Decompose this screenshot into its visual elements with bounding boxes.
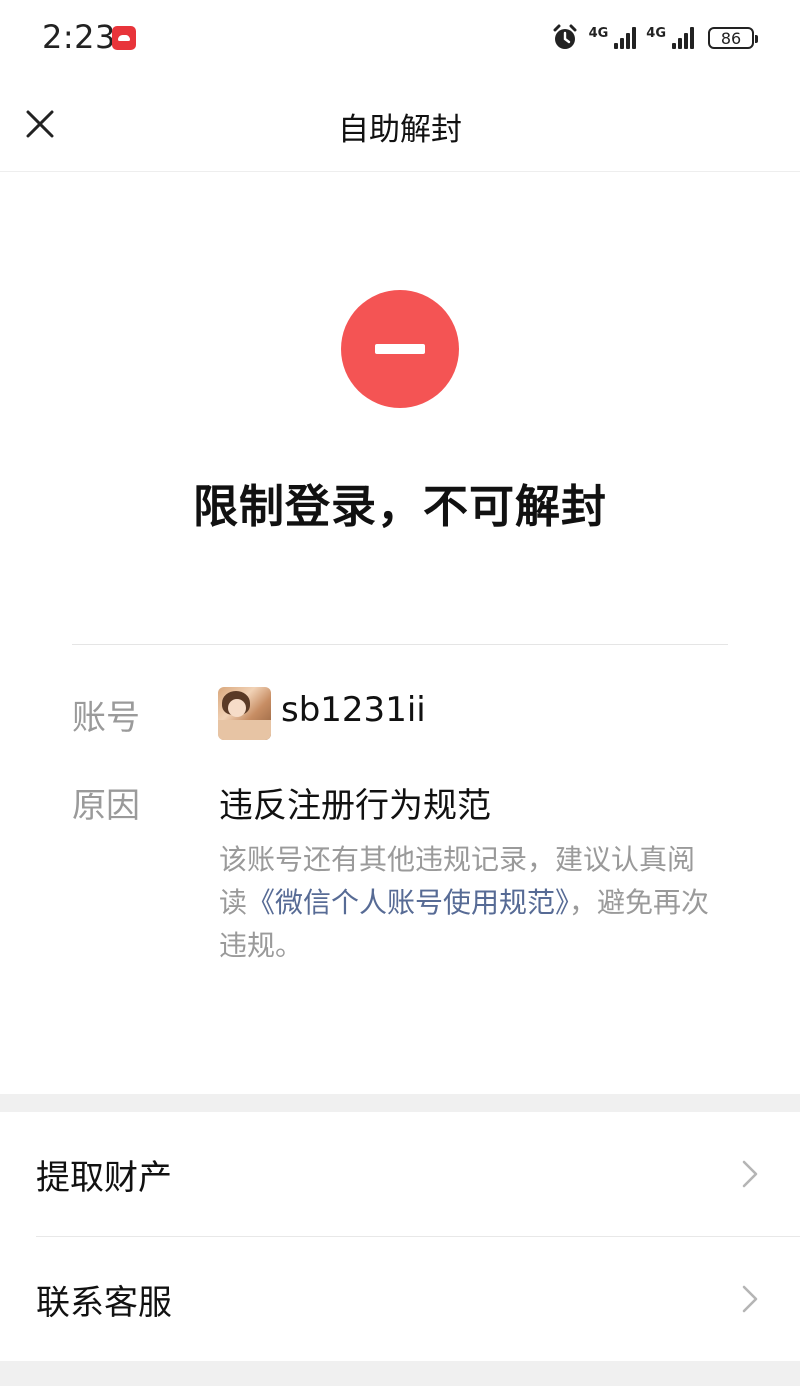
divider	[72, 644, 728, 645]
battery-icon: 86	[708, 27, 758, 49]
account-name: sb1231ii	[281, 690, 426, 730]
status-icons: 4G 4G 86	[551, 22, 758, 54]
chevron-right-icon	[740, 1158, 760, 1190]
battery-level: 86	[720, 28, 742, 48]
bottom-area	[0, 1361, 800, 1386]
section-gap	[0, 1094, 800, 1112]
result-headline: 限制登录，不可解封	[192, 480, 607, 533]
page-title: 自助解封	[338, 112, 462, 148]
nav-bar: 自助解封	[0, 78, 800, 172]
avatar	[218, 687, 271, 740]
signal-icon: 4G	[589, 27, 637, 49]
menu-item-label: 联系客服	[36, 1283, 172, 1323]
network-type-1: 4G	[588, 26, 609, 41]
minus-circle-icon	[341, 290, 459, 408]
reason-description: 该账号还有其他违规记录，建议认真阅读《微信个人账号使用规范》，避免再次违规。	[219, 838, 719, 967]
status-bar: 2:23 4G 4G 86	[0, 0, 800, 78]
huawei-app-icon	[112, 26, 136, 50]
network-type-2: 4G	[646, 26, 666, 41]
menu-item-label: 提取财产	[36, 1158, 172, 1198]
menu-item-contact-support[interactable]: 联系客服	[0, 1237, 800, 1361]
chevron-right-icon	[740, 1283, 760, 1315]
reason-title: 违反注册行为规范	[219, 786, 491, 826]
status-time: 2:23	[42, 18, 116, 56]
menu-item-withdraw-assets[interactable]: 提取财产	[0, 1112, 800, 1236]
usage-policy-link[interactable]: 《微信个人账号使用规范》	[247, 886, 569, 919]
alarm-icon	[551, 24, 579, 52]
signal-icon: 4G	[646, 27, 694, 49]
account-label: 账号	[72, 698, 140, 738]
reason-label: 原因	[72, 786, 140, 826]
